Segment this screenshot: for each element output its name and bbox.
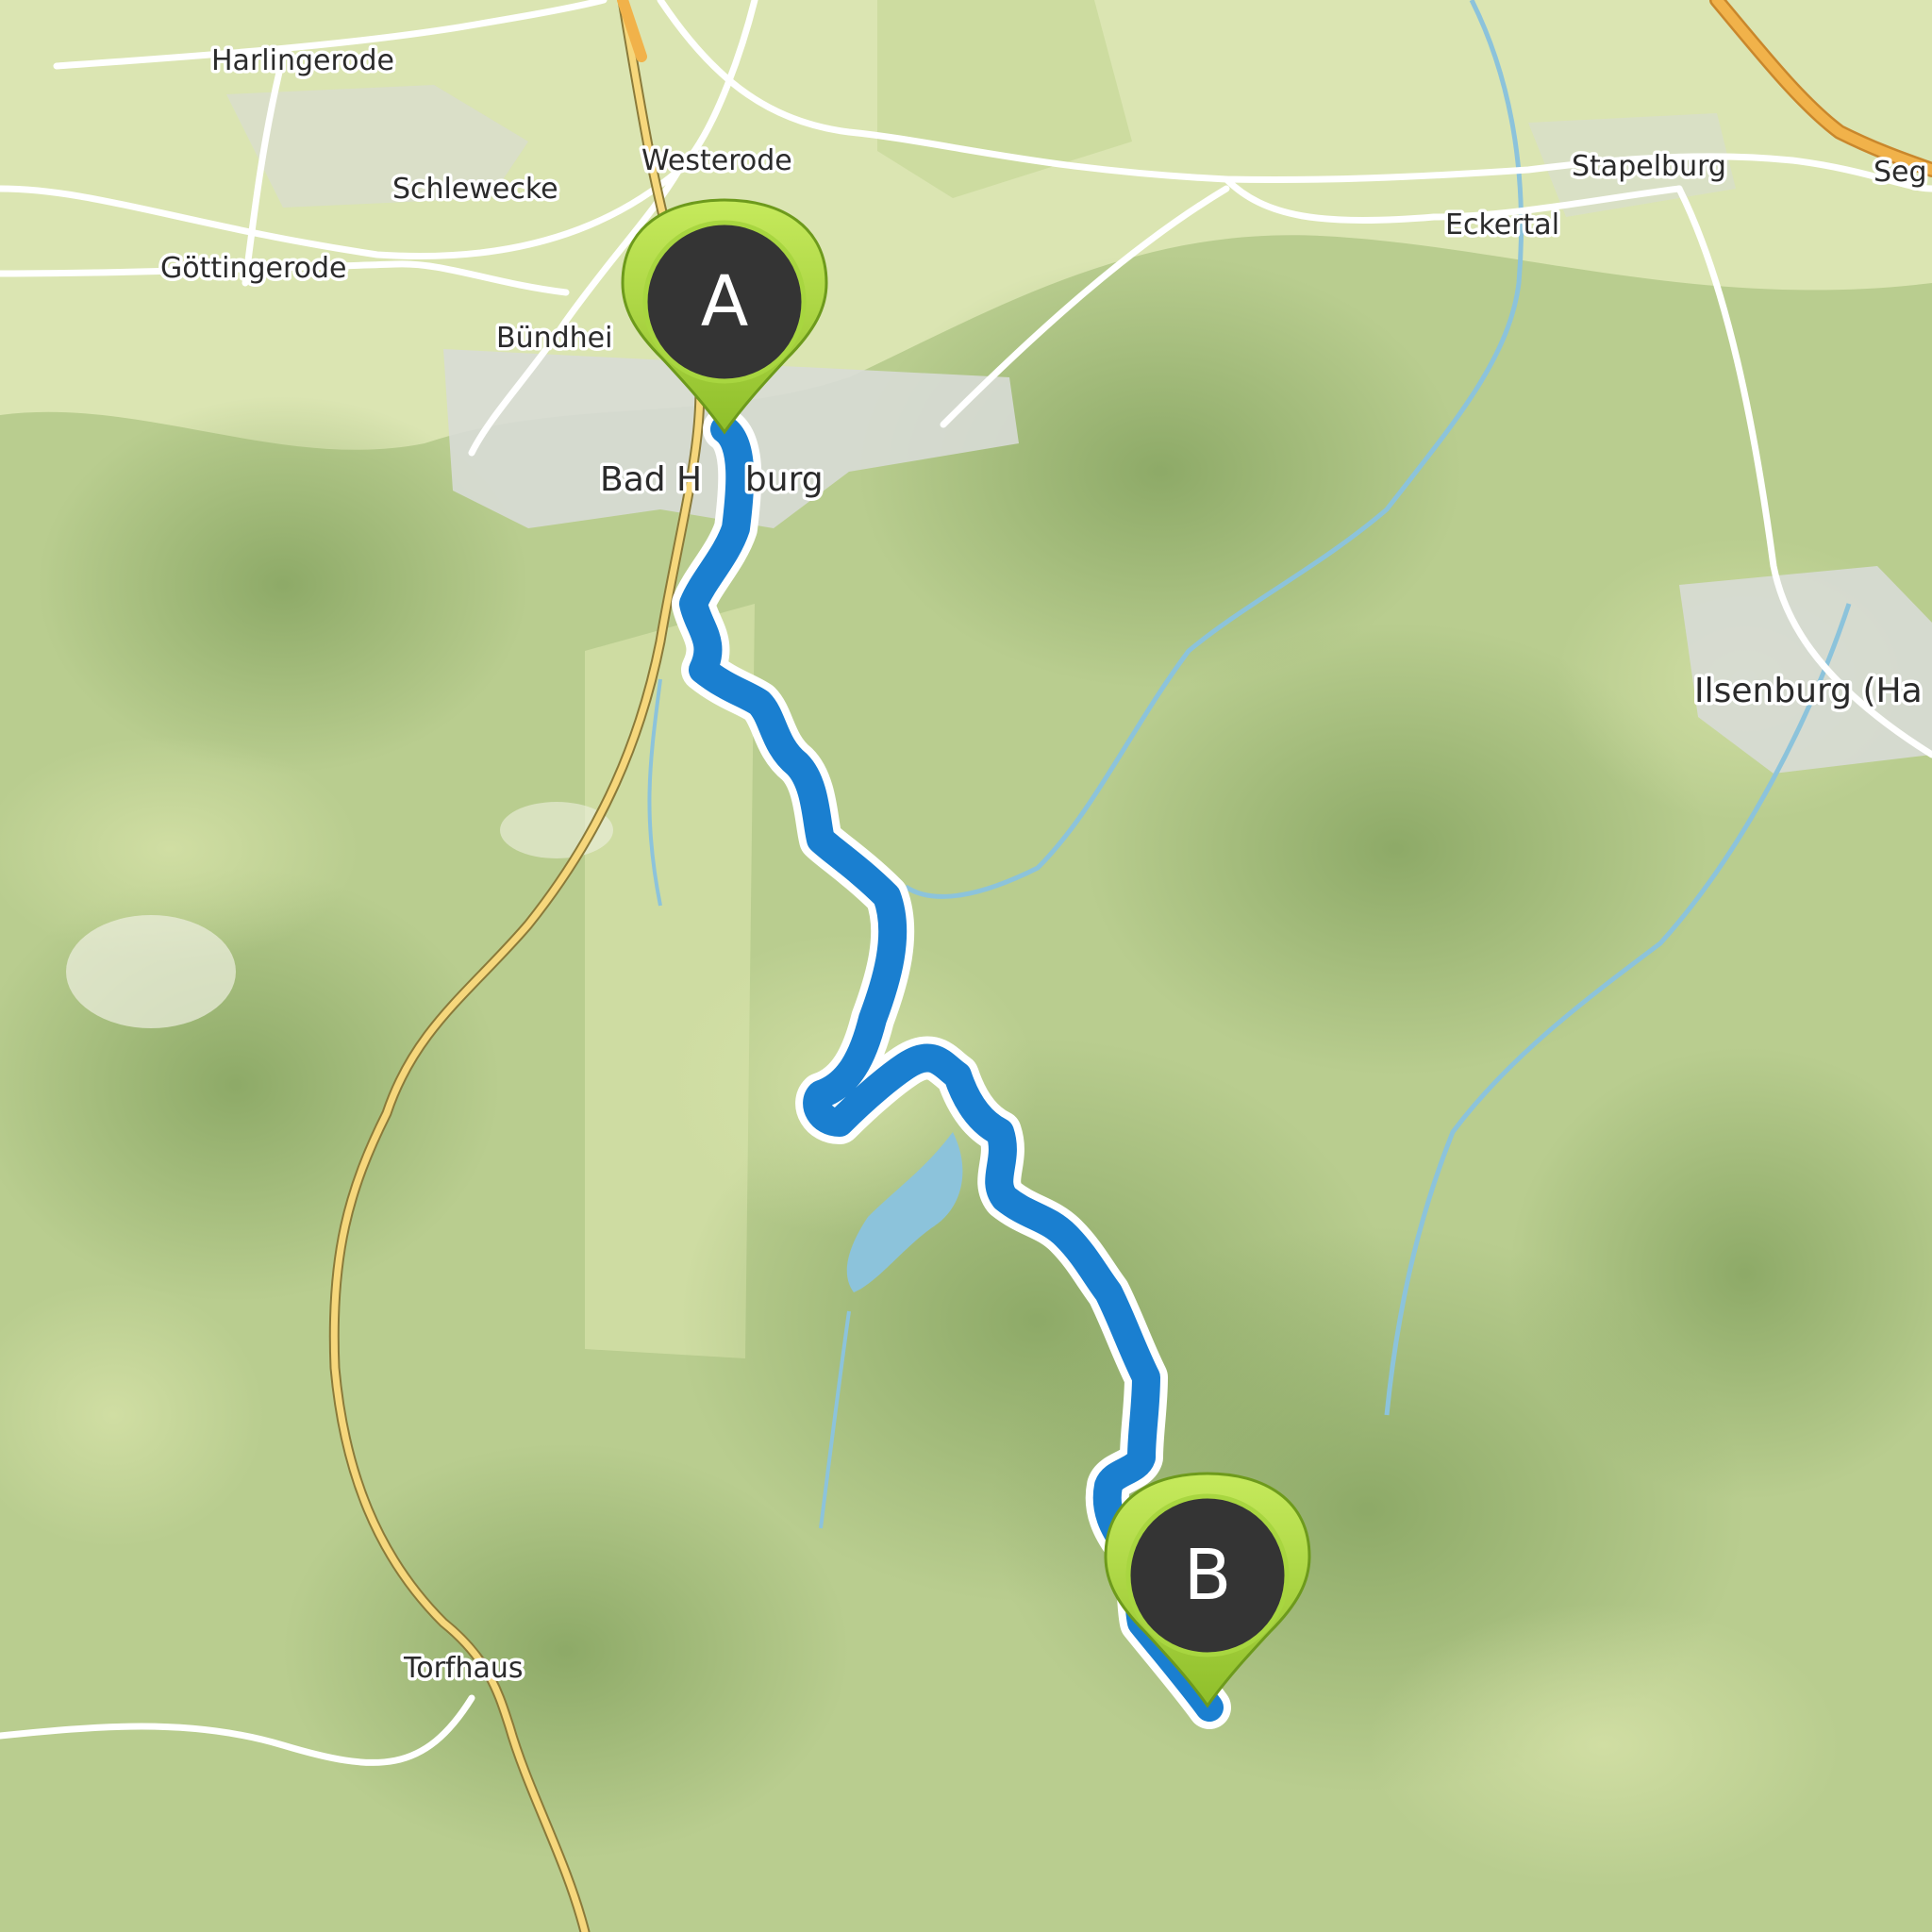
place-label-harlingerode: Harlingerode — [211, 44, 394, 77]
place-label-seg: Seg — [1874, 156, 1927, 189]
map-canvas[interactable]: Harlingerode Westerode Schlewecke Göttin… — [0, 0, 1932, 1932]
place-label-ilsenburg: Ilsenburg (Ha — [1694, 672, 1923, 710]
place-label-buendheim: Bündhei — [496, 322, 612, 355]
place-label-eckertal: Eckertal — [1445, 208, 1559, 242]
place-label-stapelburg: Stapelburg — [1572, 150, 1726, 183]
place-label-westerode: Westerode — [641, 144, 792, 177]
place-label-goettingerode: Göttingerode — [160, 252, 347, 285]
marker-label-start: A — [701, 261, 749, 342]
marker-label-end: B — [1184, 1535, 1232, 1616]
place-label-torfhaus: Torfhaus — [403, 1652, 524, 1685]
place-label-schlewecke: Schlewecke — [392, 173, 558, 206]
place-label-bad-harzburg: Bad H burg — [600, 460, 824, 499]
